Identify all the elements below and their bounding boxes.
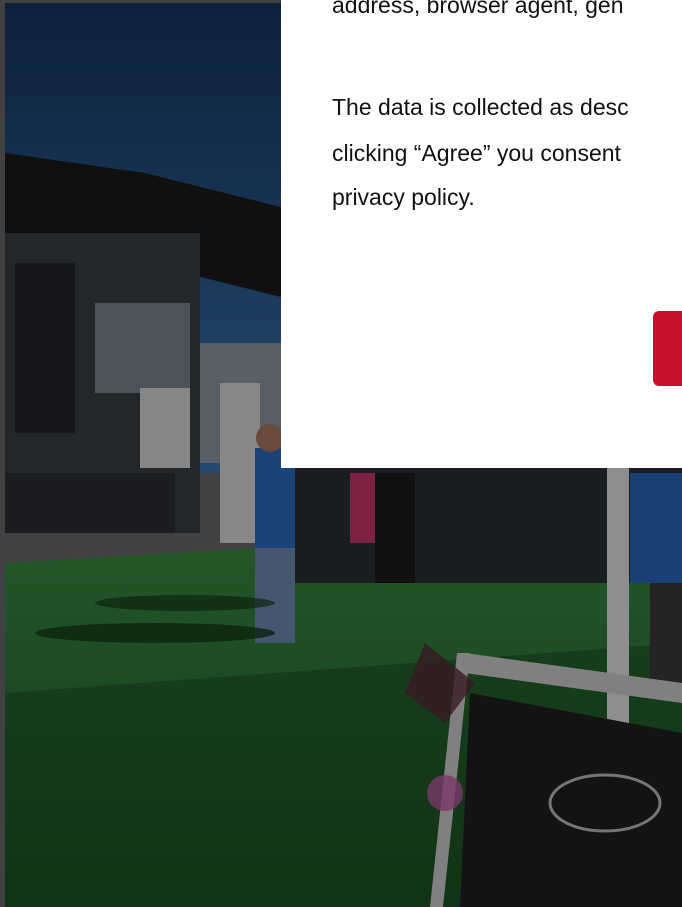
cookie-consent-dialog: address, browser agent, gen The data is … <box>281 0 682 468</box>
consent-text-line: privacy policy. <box>332 184 475 210</box>
consent-text-line: clicking “Agree” you consent <box>332 140 621 166</box>
consent-text-line: address, browser agent, gen <box>332 0 624 18</box>
consent-text-line: The data is collected as desc <box>332 94 629 120</box>
agree-button[interactable] <box>653 311 682 386</box>
